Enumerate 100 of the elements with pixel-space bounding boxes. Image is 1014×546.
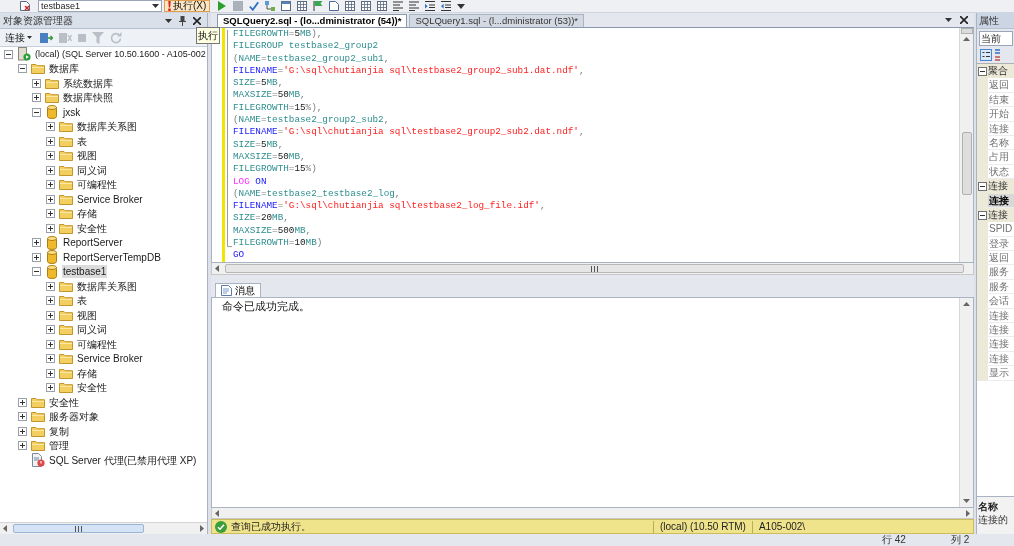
splitter-handle[interactable] <box>960 28 973 34</box>
tree-item[interactable]: 服务器对象 <box>48 410 100 424</box>
tree-item[interactable]: 系统数据库 <box>62 76 114 90</box>
tree-item[interactable]: testbase1 <box>62 265 108 279</box>
expander-icon[interactable] <box>32 238 41 248</box>
expander-icon[interactable] <box>46 368 55 378</box>
property-name[interactable]: 会话 <box>977 294 1014 309</box>
property-name[interactable]: SPID <box>977 222 1014 237</box>
expander-icon[interactable] <box>18 412 27 422</box>
expander-icon[interactable] <box>18 426 27 436</box>
grid-icon[interactable] <box>345 1 356 11</box>
tree-item[interactable]: 安全性 <box>48 395 80 409</box>
expander-icon[interactable] <box>46 180 55 190</box>
scroll-up-arrow-icon[interactable] <box>963 302 970 306</box>
expander-icon[interactable] <box>18 64 27 74</box>
tree-item[interactable]: 同义词 <box>76 163 108 177</box>
property-name[interactable]: 连接 <box>977 323 1014 338</box>
expander-icon[interactable] <box>32 252 41 262</box>
execute-button[interactable]: 执行(X) <box>164 0 211 12</box>
scroll-up-arrow-icon[interactable] <box>963 37 970 41</box>
align-icon[interactable] <box>393 1 404 11</box>
tree-item[interactable]: Service Broker <box>76 192 144 206</box>
tree-item[interactable]: 存储 <box>76 207 98 221</box>
expander-icon[interactable] <box>32 93 41 103</box>
scroll-left-arrow-icon[interactable] <box>215 265 219 272</box>
play-icon[interactable] <box>217 1 228 11</box>
scrollbar-track[interactable] <box>0 522 207 534</box>
expander-icon[interactable] <box>46 165 55 175</box>
expander-icon[interactable] <box>46 136 55 146</box>
expander-icon[interactable] <box>32 78 41 88</box>
tree-item[interactable]: 数据库关系图 <box>76 120 138 134</box>
expander-icon[interactable] <box>4 49 13 59</box>
scrollbar-thumb[interactable] <box>961 132 972 195</box>
expander-icon[interactable] <box>46 383 55 393</box>
tree-item[interactable]: 安全性 <box>76 221 108 235</box>
tree-item[interactable]: 数据库 <box>48 62 80 76</box>
expander-icon[interactable] <box>46 296 55 306</box>
tree-item[interactable]: 表 <box>76 294 88 308</box>
tree-item[interactable]: 管理 <box>48 439 70 453</box>
caret-icon[interactable] <box>945 18 952 22</box>
tree-item[interactable]: 复制 <box>48 424 70 438</box>
tree-item[interactable]: 视图 <box>76 149 98 163</box>
tree-item[interactable]: (local) (SQL Server 10.50.1600 - A105-002 <box>34 47 207 61</box>
expander-icon[interactable] <box>46 339 55 349</box>
outdent-icon[interactable] <box>441 1 452 11</box>
close-icon[interactable] <box>960 16 968 24</box>
tree-item[interactable]: 表 <box>76 134 88 148</box>
grid-icon[interactable] <box>377 1 388 11</box>
document-icon[interactable] <box>20 1 30 11</box>
expander-icon[interactable] <box>18 441 27 451</box>
connect-button[interactable]: 连接 <box>3 30 34 45</box>
tree-item[interactable]: 安全性 <box>76 381 108 395</box>
tree-item[interactable]: 视图 <box>76 308 98 322</box>
scrollbar-track[interactable] <box>211 508 974 519</box>
category-label[interactable]: 聚合 <box>977 64 1014 79</box>
align-icon[interactable] <box>409 1 420 11</box>
property-name[interactable]: 开始 <box>977 107 1014 122</box>
scroll-left-arrow-icon[interactable] <box>215 509 219 517</box>
property-name[interactable]: 连接 <box>977 337 1014 352</box>
expander-icon[interactable] <box>978 66 987 76</box>
expander-icon[interactable] <box>46 354 55 364</box>
property-name[interactable]: 返回 <box>977 251 1014 266</box>
property-name[interactable]: 服务 <box>977 265 1014 280</box>
tree-item[interactable]: SQL Server 代理(已禁用代理 XP) <box>48 453 198 467</box>
scroll-right-arrow-icon[interactable] <box>966 509 970 517</box>
expander-icon[interactable] <box>978 210 987 220</box>
expander-icon[interactable] <box>32 267 41 277</box>
scroll-down-arrow-icon[interactable] <box>963 499 970 503</box>
property-name[interactable]: 显示 <box>977 366 1014 381</box>
document-tab[interactable]: SQLQuery2.sql - (lo...dministrator (54))* <box>217 14 408 27</box>
scrollbar-track[interactable] <box>211 263 974 275</box>
expander-icon[interactable] <box>32 107 41 117</box>
tree-item[interactable]: 同义词 <box>76 323 108 337</box>
grid-icon[interactable] <box>297 1 308 11</box>
tree-item[interactable]: 可编程性 <box>76 337 118 351</box>
tree-item[interactable]: 可编程性 <box>76 178 118 192</box>
document-icon[interactable] <box>329 1 340 11</box>
grid-icon[interactable] <box>361 1 372 11</box>
property-name[interactable]: 占用 <box>977 150 1014 165</box>
close-icon[interactable] <box>193 16 201 25</box>
database-dropdown[interactable]: testbase1 <box>38 0 162 12</box>
expander-icon[interactable] <box>46 151 55 161</box>
scrollbar-thumb[interactable] <box>13 524 144 533</box>
flowchart-icon[interactable] <box>265 1 276 11</box>
tree-item[interactable]: ReportServer <box>62 236 124 250</box>
expander-icon[interactable] <box>46 310 55 320</box>
scroll-right-arrow-icon[interactable] <box>200 525 204 532</box>
tree-item[interactable]: 存储 <box>76 366 98 380</box>
expander-icon[interactable] <box>46 194 55 204</box>
scroll-left-arrow-icon[interactable] <box>3 525 7 532</box>
expander-icon[interactable] <box>46 209 55 219</box>
window-icon[interactable] <box>281 1 292 11</box>
expander-icon[interactable] <box>46 281 55 291</box>
categorized-icon[interactable] <box>980 49 992 61</box>
scrollbar-track[interactable] <box>959 298 973 507</box>
tree-item[interactable]: jxsk <box>62 105 82 119</box>
tree-item[interactable]: 数据库快照 <box>62 91 114 105</box>
results-tab[interactable]: 消息 <box>215 283 261 297</box>
connect-icon[interactable] <box>40 31 53 44</box>
flag-icon[interactable] <box>313 1 324 11</box>
